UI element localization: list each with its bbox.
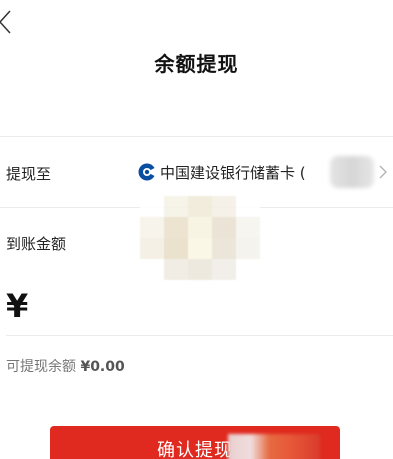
confirm-withdraw-button[interactable]: 确认提现	[50, 426, 340, 459]
available-balance: 可提现余额 ¥0.00	[6, 356, 125, 376]
available-balance-value: ¥0.00	[80, 359, 125, 375]
page-title: 余额提现	[154, 52, 239, 76]
currency-symbol: ¥	[6, 287, 29, 325]
ccb-bank-logo-icon	[138, 163, 156, 181]
arrival-amount-label: 到账金额	[6, 235, 67, 253]
masked-card-number	[330, 156, 374, 188]
bank-card-selector[interactable]: 中国建设银行储蓄卡 (	[136, 154, 393, 190]
amount-input[interactable]	[44, 290, 388, 332]
redacted-mosaic	[140, 196, 260, 280]
withdraw-page: 余额提现 提现至 中国建设银行储蓄卡 ( 到账金额 ¥ 可提现余额 ¥0.00 …	[0, 0, 393, 459]
confirm-withdraw-label: 确认提现	[157, 440, 233, 459]
withdraw-to-label: 提现至	[6, 165, 52, 183]
divider	[6, 335, 393, 336]
chevron-right-icon	[379, 165, 387, 179]
bank-card-name: 中国建设银行储蓄卡 (	[160, 164, 306, 182]
divider	[0, 136, 393, 137]
available-balance-label: 可提现余额	[6, 359, 76, 375]
redacted-overlay	[228, 434, 320, 459]
back-button[interactable]	[0, 8, 18, 36]
back-chevron-icon	[0, 10, 11, 34]
